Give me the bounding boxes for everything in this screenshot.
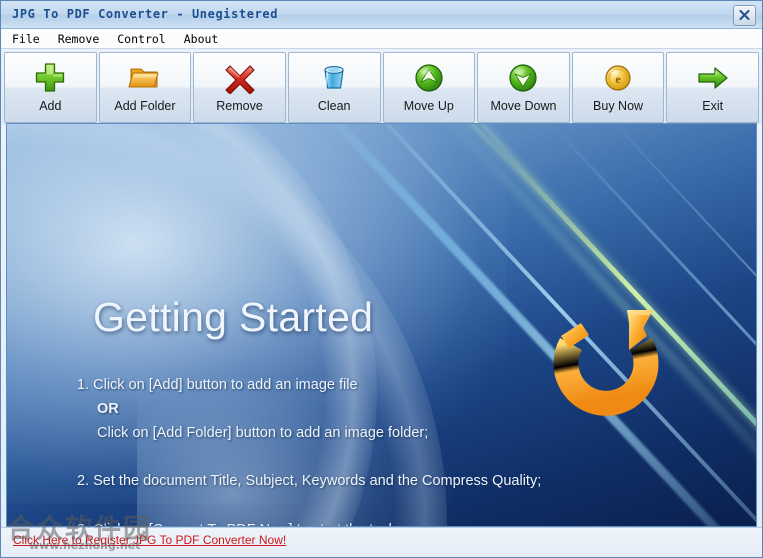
toolbar-button-remove[interactable]: Remove [193, 52, 286, 123]
getting-started-panel: Getting Started 1. Click on [Add] button… [6, 123, 757, 527]
instruction-step-2: 2. Set the document Title, Subject, Keyw… [77, 473, 542, 489]
toolbar-button-label: Buy Now [593, 99, 644, 113]
application-window: JPG To PDF Converter - Unegistered File … [0, 0, 763, 558]
title-bar: JPG To PDF Converter - Unegistered [1, 1, 762, 29]
panel-content: Getting Started 1. Click on [Add] button… [7, 124, 756, 526]
page-title: Getting Started [93, 294, 374, 340]
toolbar-button-exit[interactable]: Exit [666, 52, 759, 123]
menu-item-control[interactable]: Control [115, 31, 167, 47]
circular-arrow-logo [541, 292, 671, 418]
plus-icon [33, 60, 67, 96]
arrow-up-circle-icon [413, 60, 445, 96]
toolbar-button-label: Exit [702, 99, 724, 113]
instruction-step-1: 1. Click on [Add] button to add an image… [77, 377, 358, 393]
toolbar-button-add[interactable]: Add [4, 52, 97, 123]
toolbar-button-move-up[interactable]: Move Up [382, 52, 476, 123]
toolbar-button-label: Move Up [403, 99, 454, 113]
status-bar: Click Here to Register JPG To PDF Conver… [1, 527, 762, 557]
window-title: JPG To PDF Converter - Unegistered [12, 7, 279, 21]
register-link[interactable]: Click Here to Register JPG To PDF Conver… [13, 533, 286, 547]
toolbar-button-label: Add [39, 99, 62, 113]
red-x-icon [223, 60, 257, 96]
folder-icon [128, 60, 162, 96]
instruction-step-1-alt: Click on [Add Folder] button to add an i… [97, 425, 429, 441]
arrow-down-circle-icon [507, 60, 539, 96]
menu-item-about[interactable]: About [182, 31, 221, 47]
toolbar-button-label: Add Folder [114, 99, 176, 113]
toolbar-button-label: Clean [317, 99, 351, 113]
arrow-right-icon [696, 60, 730, 96]
toolbar-button-label: Remove [216, 99, 263, 113]
close-icon [739, 9, 750, 21]
toolbar-button-label: Move Down [490, 99, 557, 113]
bucket-icon [318, 60, 350, 96]
toolbar-button-clean[interactable]: Clean [287, 52, 381, 123]
menu-item-file[interactable]: File [10, 31, 42, 47]
close-button[interactable] [733, 5, 756, 26]
coin-icon: e [603, 60, 633, 96]
toolbar: Add Add Folder Remove Clean Move Up Move… [1, 49, 762, 125]
toolbar-button-move-down[interactable]: Move Down [477, 52, 570, 123]
toolbar-button-buy-now[interactable]: e Buy Now [571, 52, 665, 123]
menu-item-remove[interactable]: Remove [56, 31, 102, 47]
toolbar-button-add-folder[interactable]: Add Folder [98, 52, 192, 123]
instruction-or-label: OR [97, 401, 119, 417]
menu-bar: File Remove Control About [1, 29, 762, 49]
